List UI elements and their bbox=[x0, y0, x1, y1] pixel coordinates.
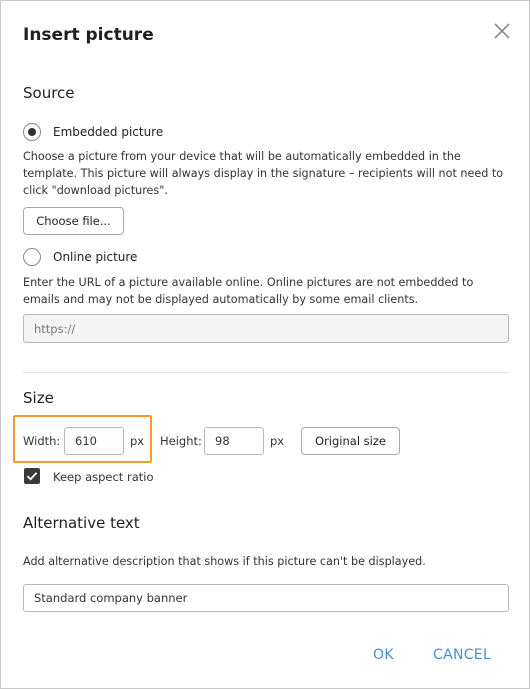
picture-url-input[interactable] bbox=[23, 314, 509, 343]
choose-file-button[interactable]: Choose file... bbox=[23, 207, 124, 235]
online-picture-radio[interactable] bbox=[23, 248, 41, 266]
keep-aspect-ratio-label: Keep aspect ratio bbox=[53, 470, 154, 484]
cancel-button[interactable]: CANCEL bbox=[433, 647, 491, 663]
height-label: Height: bbox=[160, 434, 202, 448]
online-picture-radio-row[interactable]: Online picture bbox=[23, 248, 137, 266]
embedded-picture-label: Embedded picture bbox=[53, 125, 164, 139]
size-heading: Size bbox=[23, 389, 54, 407]
source-heading: Source bbox=[23, 84, 75, 102]
embedded-picture-radio[interactable] bbox=[23, 123, 41, 141]
insert-picture-dialog: Insert picture Source Embedded picture C… bbox=[0, 0, 530, 689]
section-divider bbox=[23, 372, 509, 373]
width-input[interactable] bbox=[64, 427, 124, 455]
close-button[interactable] bbox=[490, 19, 514, 43]
online-picture-description: Enter the URL of a picture available onl… bbox=[23, 276, 474, 306]
embedded-picture-radio-row[interactable]: Embedded picture bbox=[23, 123, 163, 141]
dialog-title: Insert picture bbox=[23, 25, 154, 45]
close-icon bbox=[494, 23, 510, 39]
height-unit: px bbox=[270, 434, 285, 448]
checkmark-icon bbox=[26, 472, 38, 481]
alt-text-heading: Alternative text bbox=[23, 514, 140, 532]
width-label: Width: bbox=[23, 434, 61, 448]
ok-button[interactable]: OK bbox=[373, 647, 394, 663]
original-size-button[interactable]: Original size bbox=[301, 427, 400, 455]
height-input[interactable] bbox=[204, 427, 264, 455]
embedded-picture-description: Choose a picture from your device that w… bbox=[23, 150, 504, 197]
alt-text-input[interactable] bbox=[23, 584, 509, 612]
width-unit: px bbox=[130, 434, 145, 448]
alt-text-description: Add alternative description that shows i… bbox=[23, 555, 426, 568]
keep-aspect-ratio-checkbox[interactable] bbox=[24, 468, 40, 484]
online-picture-label: Online picture bbox=[53, 250, 138, 264]
